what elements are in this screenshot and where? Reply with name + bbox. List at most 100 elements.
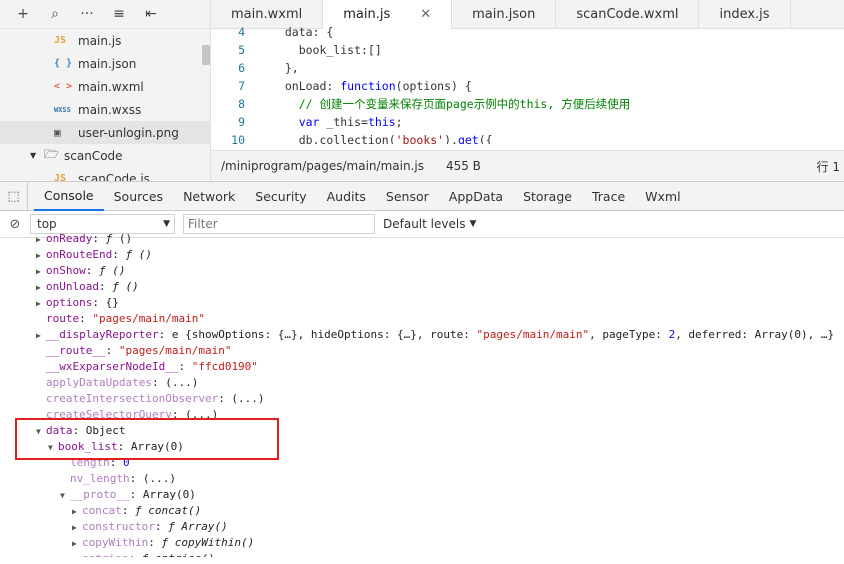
chevron-down-icon: ▼ (163, 219, 170, 229)
collapse-icon[interactable]: ≡ (104, 2, 134, 26)
folder-item[interactable]: ▼ 🗁 scanCode (0, 144, 210, 167)
more-icon[interactable]: ··· (72, 2, 102, 26)
expand-triangle-closed-icon[interactable]: ▶ (72, 520, 82, 536)
code-text: db.collection('books').get({ (271, 133, 493, 144)
console-property-row[interactable]: ▶ __displayReporter: e {showOptions: {…},… (0, 327, 844, 343)
console-property-row[interactable]: ▼ data: Object (0, 423, 844, 439)
devtools-tab-storage[interactable]: Storage (513, 182, 582, 211)
console-property-row[interactable]: ▼ __proto__: Array(0) (0, 487, 844, 503)
devtools-tab-audits[interactable]: Audits (317, 182, 376, 211)
file-label: scanCode.js (78, 171, 150, 182)
property-text: __proto__: Array(0) (70, 488, 196, 501)
close-icon[interactable]: ✕ (420, 7, 431, 22)
console-property-row[interactable]: ▶ onShow: ƒ () (0, 263, 844, 279)
expand-triangle-closed-icon[interactable]: ▶ (72, 552, 82, 557)
line-number: 9 (238, 115, 245, 129)
split-icon[interactable]: ⇤ (136, 2, 166, 26)
devtools-tab-network[interactable]: Network (173, 182, 245, 211)
property-text: constructor: ƒ Array() (82, 520, 228, 533)
property-text: book_list: Array(0) (58, 440, 184, 453)
inspect-element-icon[interactable]: ⬚ (0, 181, 28, 211)
line-number: 10 (231, 133, 245, 144)
cursor-position[interactable]: 行 1 (817, 158, 840, 175)
console-property-row[interactable]: length: 0 (0, 455, 844, 471)
explorer-scrollbar[interactable] (202, 45, 210, 65)
explorer-toolbar: + ⌕ ··· ≡ ⇤ (0, 0, 210, 29)
property-text: length: 0 (70, 456, 130, 469)
console-property-row[interactable]: ▶entries: ƒ entries() (0, 551, 844, 557)
property-text: __route__: "pages/main/main" (46, 344, 232, 357)
file-size: 455 B (445, 159, 481, 173)
code-editor: main.wxml main.js ✕ main.json scanCode.wxml i… (211, 0, 844, 181)
property-text: concat: ƒ concat() (82, 504, 202, 517)
console-property-row[interactable]: route: "pages/main/main" (0, 311, 844, 327)
console-property-row[interactable]: nv_length: (...) (0, 471, 844, 487)
devtools-tab-console[interactable]: Console (34, 182, 104, 211)
file-item[interactable]: < > main.wxml (0, 75, 210, 98)
devtools-tab-trace[interactable]: Trace (582, 182, 635, 211)
code-text: book_list:[] (271, 43, 382, 57)
devtools-tab-sensor[interactable]: Sensor (376, 182, 439, 211)
img-file-icon: ▣ (54, 126, 61, 139)
console-property-row[interactable]: ▶ options: {} (0, 295, 844, 311)
file-item[interactable]: JS scanCode.js (0, 167, 210, 182)
expand-triangle-closed-icon[interactable]: ▶ (36, 296, 46, 312)
expand-triangle-closed-icon[interactable]: ▶ (36, 264, 46, 280)
devtools-tab-wxml[interactable]: Wxml (635, 182, 690, 211)
console-property-row[interactable]: ▼ book_list: Array(0) (0, 439, 844, 455)
expand-triangle-open-icon[interactable]: ▼ (36, 424, 46, 440)
file-explorer: + ⌕ ··· ≡ ⇤ JS main.js { } main.json < > main.wxm… (0, 0, 211, 181)
expand-triangle-closed-icon[interactable]: ▶ (36, 248, 46, 264)
property-text: __wxExparserNodeId__: "ffcd0190" (46, 360, 258, 373)
devtools-tab-sources[interactable]: Sources (104, 182, 173, 211)
expand-triangle-open-icon[interactable]: ▼ (48, 440, 58, 456)
console-property-row[interactable]: ▶ constructor: ƒ Array() (0, 519, 844, 535)
devtools-panel: ⬚ Console Sources Network Security Audits Sen… (0, 181, 844, 564)
file-path: /miniprogram/pages/main/main.js (221, 159, 424, 173)
code-line: 4 data: { (211, 23, 844, 41)
property-text: applyDataUpdates: (...) (46, 376, 199, 389)
file-item[interactable]: ▣ user-unlogin.png (0, 121, 210, 144)
expand-triangle-closed-icon[interactable]: ▶ (72, 536, 82, 552)
add-icon[interactable]: + (8, 2, 38, 26)
chevron-down-icon: ▼ (469, 219, 477, 229)
console-property-row[interactable]: applyDataUpdates: (...) (0, 375, 844, 391)
expand-triangle-closed-icon[interactable]: ▶ (36, 328, 46, 344)
context-value: top (37, 217, 57, 231)
console-property-row[interactable]: ▶ onReady: ƒ () (0, 231, 844, 247)
console-property-row[interactable]: __route__: "pages/main/main" (0, 343, 844, 359)
expand-triangle-open-icon[interactable]: ▼ (60, 488, 70, 504)
property-text: __displayReporter: e {showOptions: {…}, … (46, 328, 835, 341)
tab-label: main.json (472, 7, 536, 22)
tab-label: index.js (719, 7, 770, 22)
code-area[interactable]: 4 data: {5 book_list:[] 6 }, 7 onLoad: fun… (211, 23, 844, 144)
clear-console-icon[interactable]: ⊘ (0, 217, 30, 232)
expand-triangle-closed-icon[interactable]: ▶ (36, 280, 46, 296)
file-item[interactable]: WXSS main.wxss (0, 98, 210, 121)
tab-label: main.js (343, 7, 391, 22)
console-property-row[interactable]: ▶ concat: ƒ concat() (0, 503, 844, 519)
console-property-row[interactable]: ▶ onUnload: ƒ () (0, 279, 844, 295)
property-text: route: "pages/main/main" (46, 312, 205, 325)
code-line: 6 }, (211, 59, 844, 77)
file-item[interactable]: JS main.js (0, 29, 210, 52)
file-label: main.wxml (78, 79, 144, 94)
console-property-row[interactable]: ▶ copyWithin: ƒ copyWithin() (0, 535, 844, 551)
console-property-row[interactable]: createIntersectionObserver: (...) (0, 391, 844, 407)
devtools-tab-security[interactable]: Security (245, 182, 316, 211)
file-item[interactable]: { } main.json (0, 52, 210, 75)
property-text: createIntersectionObserver: (...) (46, 392, 265, 405)
expand-triangle-closed-icon[interactable]: ▶ (36, 232, 46, 248)
code-line: 5 book_list:[] (211, 41, 844, 59)
devtools-tab-appdata[interactable]: AppData (439, 182, 513, 211)
file-label: user-unlogin.png (78, 125, 179, 140)
console-property-row[interactable]: ▶ onRouteEnd: ƒ () (0, 247, 844, 263)
log-levels-select[interactable]: Default levels ▼ (383, 217, 476, 231)
console-property-row[interactable]: __wxExparserNodeId__: "ffcd0190" (0, 359, 844, 375)
code-text: }, (271, 61, 299, 75)
line-number: 6 (238, 61, 245, 75)
console-property-row[interactable]: createSelectorQuery: (...) (0, 407, 844, 423)
line-number: 8 (238, 97, 245, 111)
search-icon[interactable]: ⌕ (40, 2, 70, 26)
expand-triangle-closed-icon[interactable]: ▶ (72, 504, 82, 520)
